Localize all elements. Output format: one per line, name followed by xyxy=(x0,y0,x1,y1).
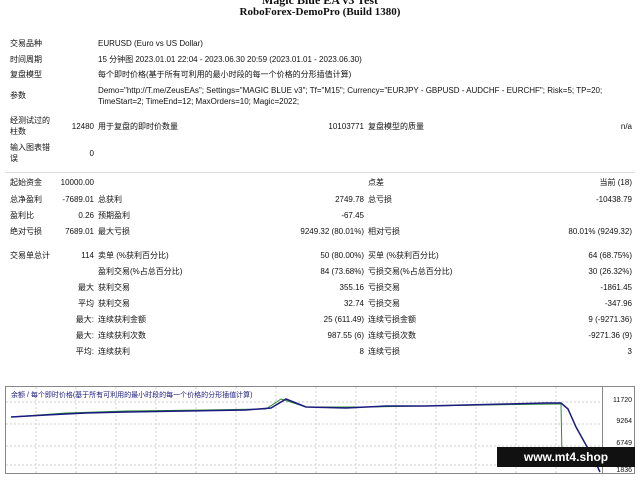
gross-profit-value: 2749.78 xyxy=(335,195,364,204)
abs-drawdown-value: 7689.01 xyxy=(65,227,94,236)
gross-profit-label: 总获利 xyxy=(98,195,122,204)
payoff-label: 预期盈利 xyxy=(98,211,130,220)
quality-label: 复盘模型的质量 xyxy=(368,122,424,131)
divider xyxy=(5,172,635,173)
report-subtitle: RoboForex-DemoPro (Build 1380) xyxy=(239,6,401,18)
short-positions-label: 卖单 (%获利百分比) xyxy=(98,251,169,260)
spread-label: 点差 xyxy=(368,178,384,187)
spread-value: 当前 (18) xyxy=(599,178,632,187)
consec-loss-count-label: 连续亏损次数 xyxy=(368,331,416,340)
net-profit-value: -7689.01 xyxy=(62,195,94,204)
average2-word: 平均: xyxy=(75,347,94,356)
largest-profit-value: 355.16 xyxy=(339,283,364,292)
gross-loss-value: -10438.79 xyxy=(595,195,632,204)
avg-consec-losses-value: 3 xyxy=(627,347,632,356)
consec-profit-count-value: 987.55 (6) xyxy=(327,331,364,340)
deposit-value: 10000.00 xyxy=(60,178,94,187)
maximal-word: 最大: xyxy=(75,331,94,340)
total-trades-value: 114 xyxy=(81,251,94,260)
loss-trades-value: 30 (26.32%) xyxy=(588,267,632,276)
total-trades-label: 交易单总计 xyxy=(10,251,50,260)
gross-loss-label: 总亏损 xyxy=(368,195,392,204)
long-positions-label: 买单 (%获利百分比) xyxy=(368,251,439,260)
bars-label-2: 柱数 xyxy=(10,127,26,136)
y-tick: 6749 xyxy=(616,440,632,447)
profit-trades-value: 84 (73.68%) xyxy=(320,267,364,276)
average-word: 平均 xyxy=(78,299,94,308)
rel-drawdown-label: 相对亏损 xyxy=(368,227,400,236)
symbol-label: 交易品种 xyxy=(10,39,42,48)
profit-factor-value: 0.26 xyxy=(78,211,94,220)
y-tick: 1836 xyxy=(616,467,632,474)
largest-loss-label: 亏损交易 xyxy=(368,283,400,292)
consec-loss-money-value: 9 (-9271.36) xyxy=(588,315,632,324)
payoff-value: -67.45 xyxy=(341,211,364,220)
avg-consec-losses-label: 连续亏损 xyxy=(368,347,400,356)
largest-loss-value: -1861.45 xyxy=(600,283,632,292)
params-label: 参数 xyxy=(10,91,26,100)
params-line1: Demo="http://T.me/ZeusEAs"; Settings="MA… xyxy=(98,86,603,95)
deposit-label: 起始资金 xyxy=(10,178,42,187)
consec-wins-money-label: 连续获利金额 xyxy=(98,315,146,324)
bars-label-1: 经测试过的 xyxy=(10,116,50,125)
consec-loss-count-value: -9271.36 (9) xyxy=(588,331,632,340)
largest-profit-label: 获利交易 xyxy=(98,283,130,292)
profit-trades-label: 盈利交易(%占总百分比) xyxy=(98,267,183,276)
errors-label-1: 输入图表错 xyxy=(10,143,50,152)
short-positions-value: 50 (80.00%) xyxy=(320,251,364,260)
chart-legend: 余额 / 每个即时价格(基于所有可利用的最小时段的每一个价格的分形插值计算) xyxy=(11,392,253,399)
errors-value: 0 xyxy=(89,149,94,158)
avg-consec-wins-label: 连续获利 xyxy=(98,347,130,356)
consec-profit-count-label: 连续获利次数 xyxy=(98,331,146,340)
loss-trades-label: 亏损交易(%占总百分比) xyxy=(368,267,453,276)
model-value: 每个即时价格(基于所有可利用的最小时段的每一个价格的分形插值计算) xyxy=(98,70,352,79)
quality-value: n/a xyxy=(620,122,632,131)
period-value: 15 分钟图 2023.01.01 22:04 - 2023.06.30 20:… xyxy=(98,55,362,64)
maximum-word: 最大: xyxy=(75,315,94,324)
avg-consec-wins-value: 8 xyxy=(359,347,364,356)
symbol-value: EURUSD (Euro vs US Dollar) xyxy=(98,39,203,48)
profit-factor-label: 盈利比 xyxy=(10,211,34,220)
period-label: 时间周期 xyxy=(10,55,42,64)
avg-loss-value: -347.96 xyxy=(604,299,632,308)
largest-word: 最大 xyxy=(78,283,94,292)
ticks-label: 用于复盘的即时价数量 xyxy=(98,122,178,131)
y-tick: 11720 xyxy=(613,397,632,404)
abs-drawdown-label: 绝对亏损 xyxy=(10,227,42,236)
max-drawdown-label: 最大亏损 xyxy=(98,227,130,236)
avg-profit-label: 获利交易 xyxy=(98,299,130,308)
rel-drawdown-value: 80.01% (9249.32) xyxy=(568,227,632,236)
ticks-value: 10103771 xyxy=(328,122,364,131)
long-positions-value: 64 (68.75%) xyxy=(588,251,632,260)
net-profit-label: 总净盈利 xyxy=(10,195,42,204)
max-drawdown-value: 9249.32 (80.01%) xyxy=(300,227,364,236)
params-line2: TimeStart=2; TimeEnd=12; MaxOrders=10; M… xyxy=(98,97,300,106)
watermark: www.mt4.shop xyxy=(497,447,635,467)
model-label: 复盘模型 xyxy=(10,70,42,79)
consec-wins-money-value: 25 (611.49) xyxy=(323,315,364,324)
consec-loss-money-label: 连续亏损金额 xyxy=(368,315,416,324)
avg-loss-label: 亏损交易 xyxy=(368,299,400,308)
y-tick: 9264 xyxy=(616,418,632,425)
avg-profit-value: 32.74 xyxy=(343,299,364,308)
bars-value: 12480 xyxy=(71,122,94,131)
errors-label-2: 误 xyxy=(10,154,18,163)
